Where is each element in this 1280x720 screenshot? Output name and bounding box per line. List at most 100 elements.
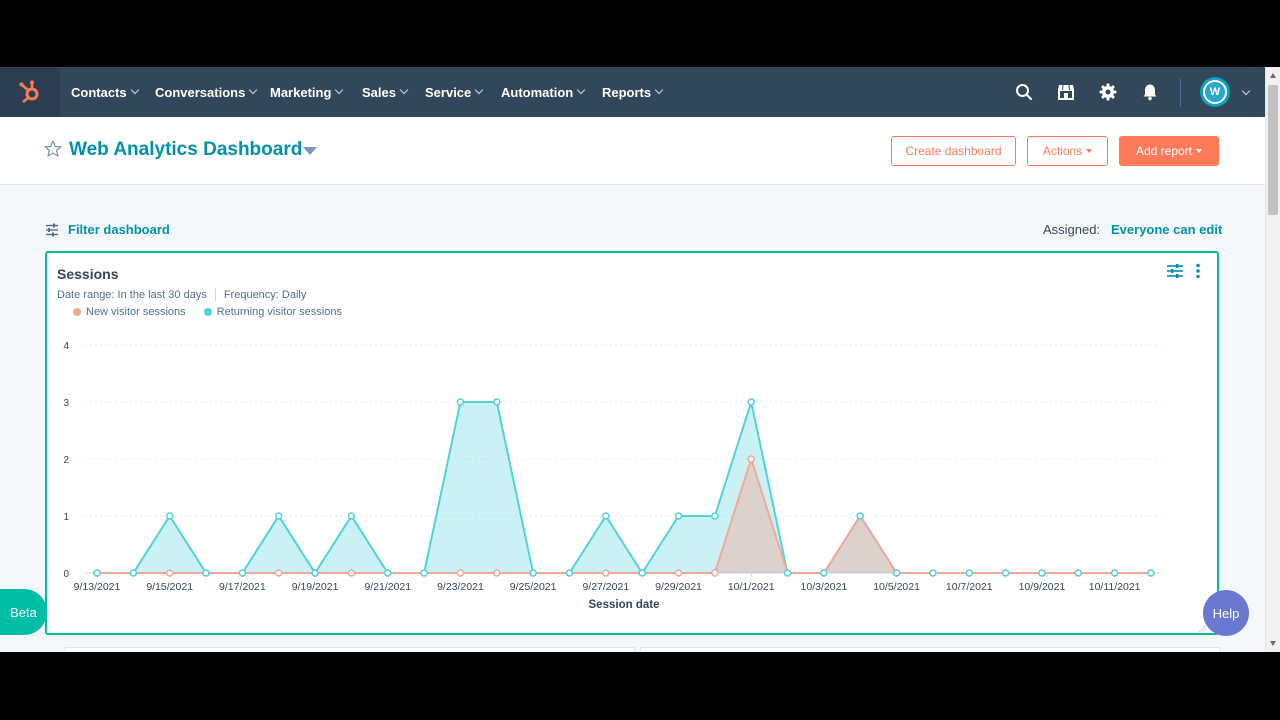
data-point bbox=[93, 569, 101, 577]
page-scrollbar[interactable] bbox=[1265, 67, 1280, 652]
beta-button[interactable]: Beta bbox=[0, 589, 47, 635]
chevron-down-icon[interactable] bbox=[1241, 86, 1251, 96]
x-tick-label: 9/17/2021 bbox=[219, 581, 266, 593]
add-report-button[interactable]: Add report bbox=[1119, 136, 1219, 166]
y-tick-label: 1 bbox=[63, 512, 69, 523]
hubspot-logo[interactable] bbox=[0, 67, 60, 117]
x-tick-label: 10/9/2021 bbox=[1019, 581, 1066, 593]
data-point bbox=[384, 569, 392, 577]
data-point bbox=[783, 569, 792, 577]
data-point bbox=[274, 569, 283, 577]
nav-automation-label: Automation bbox=[501, 84, 574, 100]
x-tick-label: 9/21/2021 bbox=[364, 581, 411, 593]
assigned-value-link[interactable]: Everyone can edit bbox=[1111, 222, 1222, 237]
nav-service-label: Service bbox=[425, 84, 472, 100]
nav-reports[interactable]: Reports bbox=[602, 67, 664, 117]
chevron-down-icon bbox=[576, 85, 586, 95]
x-tick-label: 9/19/2021 bbox=[292, 581, 339, 593]
notifications-bell-icon[interactable] bbox=[1137, 79, 1163, 105]
scroll-up-arrow-icon[interactable] bbox=[1270, 73, 1276, 78]
scroll-down-arrow-icon[interactable] bbox=[1270, 641, 1276, 646]
chevron-down-icon bbox=[249, 85, 258, 95]
data-point bbox=[929, 569, 937, 577]
data-point bbox=[565, 569, 574, 577]
chevron-down-icon bbox=[654, 85, 664, 95]
nav-conversations-label: Conversations bbox=[155, 84, 246, 100]
data-point bbox=[856, 512, 864, 520]
data-point bbox=[238, 569, 247, 577]
chevron-down-icon bbox=[335, 85, 344, 95]
data-point bbox=[311, 569, 319, 577]
hubspot-sprocket-icon bbox=[19, 80, 39, 103]
data-point bbox=[1110, 569, 1119, 577]
data-point bbox=[202, 569, 210, 577]
dashboard-title[interactable]: Web Analytics Dashboard bbox=[69, 139, 302, 161]
data-point bbox=[420, 569, 428, 577]
nav-service[interactable]: Service bbox=[425, 67, 484, 117]
data-point bbox=[456, 398, 465, 406]
x-tick-label: 9/25/2021 bbox=[510, 581, 557, 593]
marketplace-icon[interactable] bbox=[1053, 79, 1079, 105]
x-tick-label: 10/3/2021 bbox=[801, 581, 848, 593]
data-point bbox=[129, 569, 138, 577]
series-area bbox=[97, 402, 1151, 573]
nav-marketing-label: Marketing bbox=[270, 84, 332, 100]
nav-marketing[interactable]: Marketing bbox=[270, 67, 344, 117]
data-point bbox=[165, 569, 174, 577]
y-tick-label: 4 bbox=[63, 341, 69, 352]
nav-reports-label: Reports bbox=[602, 84, 652, 100]
actions-button[interactable]: Actions bbox=[1027, 136, 1108, 166]
nav-sales[interactable]: Sales bbox=[362, 67, 409, 117]
assigned-label: Assigned: bbox=[1043, 222, 1101, 237]
create-dashboard-label: Create dashboard bbox=[905, 144, 1002, 158]
nav-automation[interactable]: Automation bbox=[501, 67, 586, 117]
nav-sales-label: Sales bbox=[362, 84, 396, 100]
data-point bbox=[674, 512, 683, 520]
next-report-card bbox=[640, 647, 1220, 652]
add-report-label: Add report bbox=[1135, 144, 1193, 158]
nav-conversations[interactable]: Conversations bbox=[155, 67, 258, 117]
data-point bbox=[965, 569, 974, 577]
data-point bbox=[747, 455, 755, 463]
x-axis-label: Session date bbox=[589, 599, 660, 611]
data-point bbox=[456, 569, 465, 577]
avatar-initial: W bbox=[1209, 86, 1221, 98]
data-point bbox=[347, 512, 356, 520]
data-point bbox=[1147, 569, 1155, 577]
data-point bbox=[747, 398, 755, 406]
avatar[interactable]: W bbox=[1200, 77, 1230, 107]
x-tick-label: 9/29/2021 bbox=[655, 581, 702, 593]
caret-down-icon bbox=[1086, 149, 1093, 153]
caret-down-icon bbox=[1196, 149, 1203, 153]
data-point bbox=[1074, 569, 1083, 577]
settings-gear-icon[interactable] bbox=[1095, 79, 1121, 105]
y-tick-label: 2 bbox=[63, 455, 69, 466]
search-icon[interactable] bbox=[1011, 79, 1037, 105]
chevron-down-icon bbox=[399, 85, 409, 95]
data-point bbox=[711, 569, 719, 577]
data-point bbox=[529, 569, 537, 577]
nav-contacts[interactable]: Contacts bbox=[71, 67, 139, 117]
favorite-star-icon[interactable] bbox=[43, 139, 63, 159]
dashboard-switcher-caret-icon[interactable] bbox=[303, 147, 317, 155]
filter-sliders-icon[interactable] bbox=[45, 223, 59, 237]
data-point bbox=[602, 512, 610, 520]
y-tick-label: 0 bbox=[63, 569, 69, 580]
data-point bbox=[674, 569, 683, 577]
nav-divider bbox=[1180, 79, 1181, 107]
data-point bbox=[165, 512, 174, 520]
sessions-area-chart: 0 1 2 3 4 9/13/2021 9/15/2021 9/17/2021 9/19/202… bbox=[63, 341, 1161, 611]
sessions-report-card[interactable]: Sessions Date range: In the last 30 days… bbox=[45, 251, 1219, 635]
filter-dashboard-link[interactable]: Filter dashboard bbox=[68, 222, 170, 237]
actions-label: Actions bbox=[1042, 144, 1083, 158]
create-dashboard-button[interactable]: Create dashboard bbox=[891, 136, 1016, 166]
next-report-card bbox=[65, 647, 635, 652]
x-tick-label: 10/7/2021 bbox=[946, 581, 993, 593]
app-window: Contacts Conversations Marketing Sales S… bbox=[0, 67, 1280, 652]
chevron-down-icon bbox=[130, 85, 139, 95]
help-button[interactable]: Help bbox=[1203, 590, 1249, 636]
data-point bbox=[602, 569, 610, 577]
scrollbar-thumb[interactable] bbox=[1268, 85, 1278, 215]
chevron-down-icon bbox=[475, 85, 484, 95]
data-point bbox=[638, 569, 646, 577]
